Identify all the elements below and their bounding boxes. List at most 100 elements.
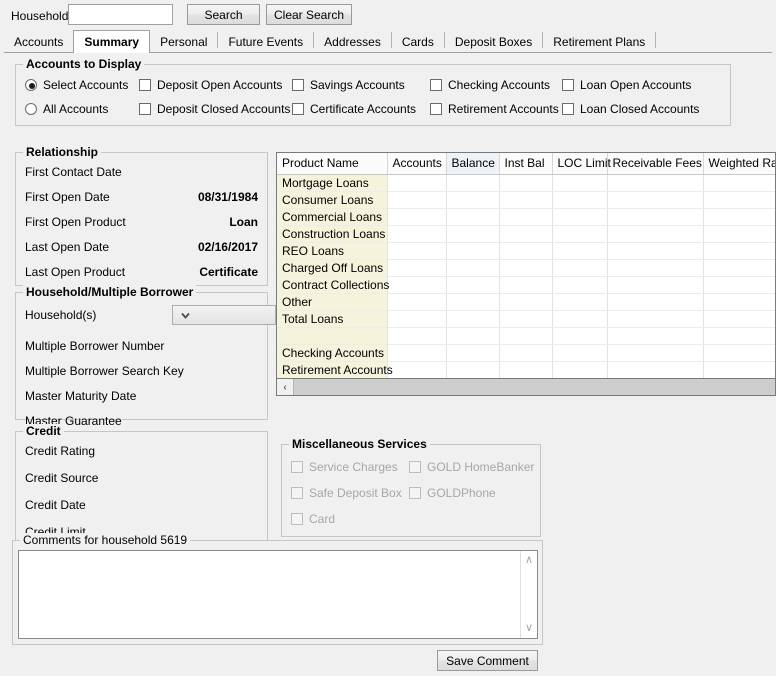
grid-cell[interactable] [446,293,500,311]
grid-cell[interactable] [703,361,775,379]
tab-retirement-plans[interactable]: Retirement Plans [543,32,656,53]
grid-cell[interactable] [387,344,447,362]
grid-cell[interactable] [552,276,608,294]
grid-cell-product-name[interactable]: Total Loans [277,310,388,328]
grid-cell[interactable] [607,310,704,328]
grid-cell[interactable] [499,208,553,226]
grid-cell[interactable] [499,191,553,209]
grid-cell[interactable] [703,293,775,311]
radio-all-accounts[interactable]: All Accounts [25,102,108,116]
grid-cell[interactable] [387,327,447,345]
grid-cell[interactable] [499,344,553,362]
search-button[interactable]: Search [187,4,260,25]
grid-cell[interactable] [499,174,553,192]
scroll-left-icon[interactable]: ‹ [277,379,294,395]
grid-column-header[interactable]: Accounts [387,153,447,175]
tab-addresses[interactable]: Addresses [314,32,391,53]
grid-cell[interactable] [607,242,704,260]
grid-cell[interactable] [552,242,608,260]
grid-cell[interactable] [387,191,447,209]
table-row[interactable]: REO Loans [277,242,775,260]
grid-cell-product-name[interactable] [277,327,388,345]
table-row[interactable]: Total Loans [277,310,775,328]
grid-cell[interactable] [607,259,704,277]
table-row[interactable]: Commercial Loans [277,208,775,226]
table-row[interactable]: Consumer Loans [277,191,775,209]
grid-cell-product-name[interactable]: Mortgage Loans [277,174,388,192]
grid-cell[interactable] [499,327,553,345]
household-input[interactable] [68,4,173,25]
grid-cell[interactable] [446,259,500,277]
comments-vertical-scrollbar[interactable]: ∧ ∨ [520,551,537,638]
tab-personal[interactable]: Personal [150,32,218,53]
grid-cell[interactable] [446,242,500,260]
grid-cell[interactable] [552,310,608,328]
checkbox-retirement-accounts[interactable]: Retirement Accounts [430,102,559,116]
grid-cell-product-name[interactable]: Checking Accounts [277,344,388,362]
grid-cell[interactable] [607,293,704,311]
grid-column-header[interactable]: Weighted Rate [703,153,775,175]
grid-cell[interactable] [387,208,447,226]
grid-cell[interactable] [499,361,553,379]
grid-cell-product-name[interactable]: Charged Off Loans [277,259,388,277]
save-comment-button[interactable]: Save Comment [437,650,538,671]
tab-cards[interactable]: Cards [391,32,444,53]
checkbox-deposit-closed-accounts[interactable]: Deposit Closed Accounts [139,102,290,116]
grid-cell[interactable] [499,259,553,277]
table-row[interactable]: Contract Collections [277,276,775,294]
grid-cell[interactable] [387,225,447,243]
grid-cell[interactable] [607,344,704,362]
grid-cell[interactable] [446,327,500,345]
grid-cell[interactable] [387,293,447,311]
grid-column-header[interactable]: Product Name [277,153,388,175]
grid-column-header[interactable]: Receivable Fees [607,153,704,175]
grid-cell[interactable] [607,225,704,243]
grid-cell[interactable] [387,310,447,328]
grid-cell[interactable] [387,361,447,379]
grid-cell-product-name[interactable]: Other [277,293,388,311]
grid-cell[interactable] [703,225,775,243]
checkbox-loan-closed-accounts[interactable]: Loan Closed Accounts [562,102,699,116]
clear-search-button[interactable]: Clear Search [266,4,352,25]
grid-cell[interactable] [552,293,608,311]
product-summary-grid[interactable]: Product Name Accounts Balance Inst Bal LOC L… [276,152,776,396]
tab-accounts[interactable]: Accounts [4,32,74,53]
grid-cell[interactable] [552,208,608,226]
grid-cell[interactable] [552,361,608,379]
comments-textarea[interactable] [19,551,520,638]
grid-cell[interactable] [387,242,447,260]
tab-deposit-boxes[interactable]: Deposit Boxes [444,32,543,53]
grid-cell[interactable] [703,344,775,362]
households-dropdown[interactable] [172,305,276,325]
grid-horizontal-scrollbar[interactable]: ‹ [277,378,775,395]
grid-cell[interactable] [703,310,775,328]
table-row[interactable]: Checking Accounts [277,344,775,362]
grid-cell[interactable] [703,276,775,294]
grid-cell[interactable] [446,191,500,209]
table-row[interactable]: Charged Off Loans [277,259,775,277]
grid-cell[interactable] [446,225,500,243]
checkbox-savings-accounts[interactable]: Savings Accounts [292,78,405,92]
checkbox-certificate-accounts[interactable]: Certificate Accounts [292,102,416,116]
grid-cell[interactable] [446,174,500,192]
scroll-up-icon[interactable]: ∧ [521,552,537,569]
grid-cell-product-name[interactable]: Construction Loans [277,225,388,243]
grid-cell[interactable] [607,191,704,209]
grid-cell-product-name[interactable]: Commercial Loans [277,208,388,226]
grid-cell[interactable] [499,310,553,328]
grid-cell[interactable] [703,242,775,260]
table-row[interactable]: Mortgage Loans [277,174,775,192]
grid-cell[interactable] [607,327,704,345]
grid-column-header[interactable]: Balance [446,153,500,175]
grid-cell[interactable] [446,310,500,328]
scroll-down-icon[interactable]: ∨ [521,620,537,637]
tab-future-events[interactable]: Future Events [218,32,314,53]
grid-cell[interactable] [499,293,553,311]
grid-cell-product-name[interactable]: REO Loans [277,242,388,260]
grid-cell-product-name[interactable]: Consumer Loans [277,191,388,209]
checkbox-checking-accounts[interactable]: Checking Accounts [430,78,550,92]
grid-cell[interactable] [552,225,608,243]
grid-cell[interactable] [607,174,704,192]
grid-cell-product-name[interactable]: Retirement Accounts [277,361,393,379]
grid-cell[interactable] [607,208,704,226]
